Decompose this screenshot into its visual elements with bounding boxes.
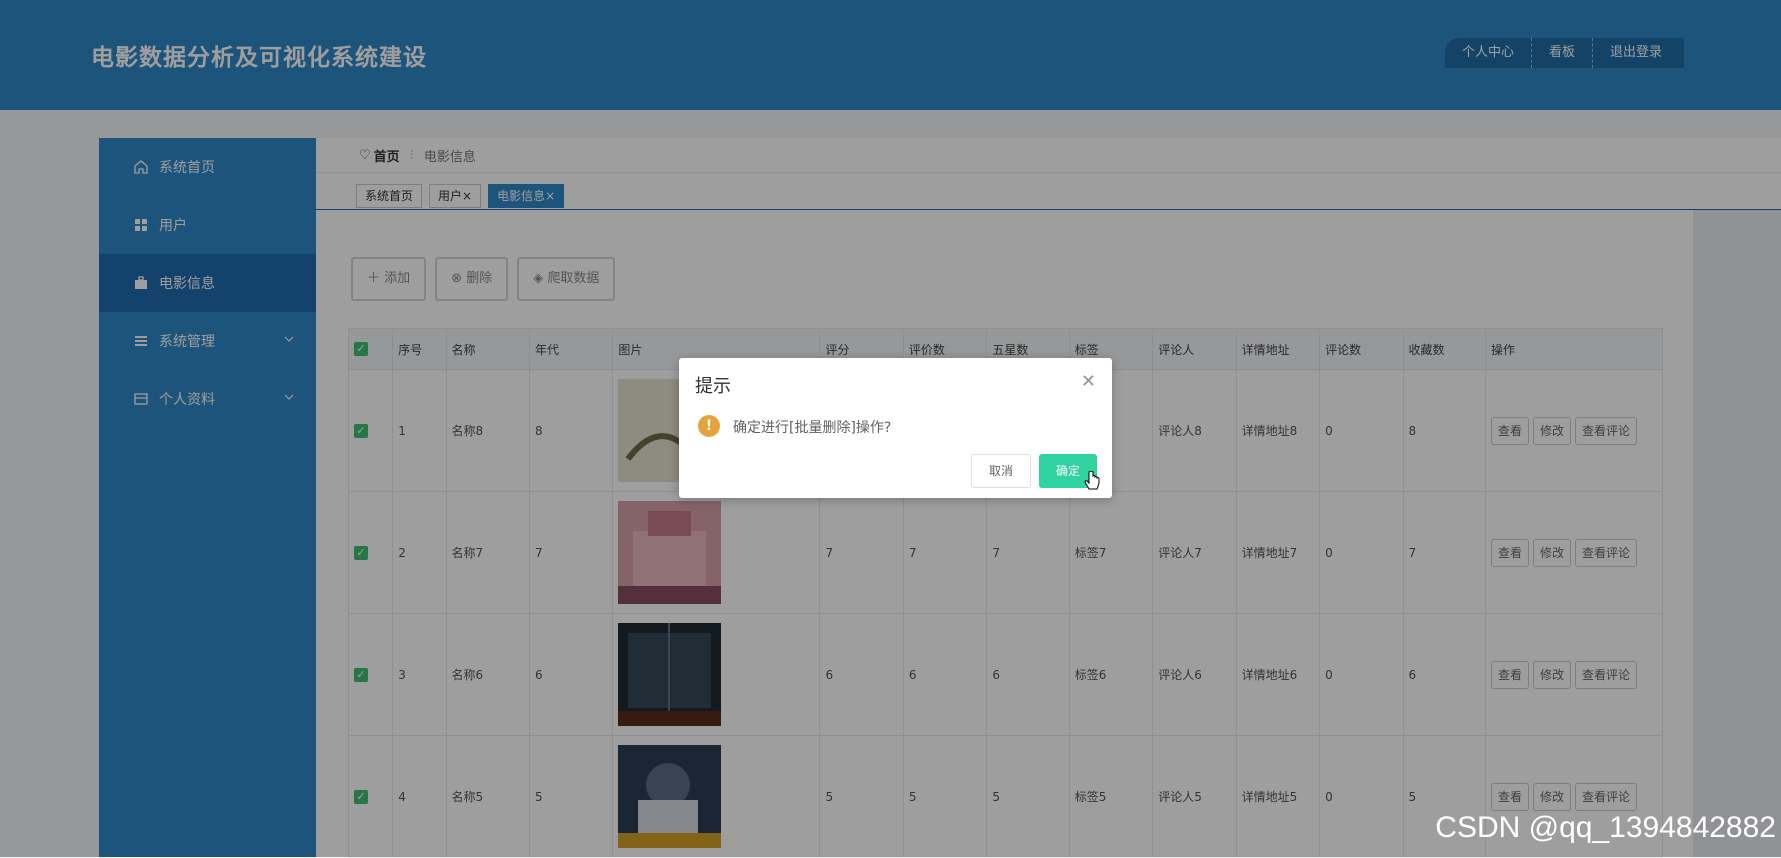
hand-cursor-icon	[1083, 470, 1101, 497]
close-icon[interactable]: ✕	[1081, 371, 1096, 392]
dialog-message: 确定进行[批量删除]操作?	[733, 420, 892, 436]
dialog-title: 提示	[695, 376, 731, 397]
warning-icon: !	[698, 415, 720, 437]
confirm-dialog: 提示 ✕ ! 确定进行[批量删除]操作? 取消 确定	[679, 358, 1112, 498]
watermark: CSDN @qq_1394842882	[1435, 811, 1776, 844]
cancel-button[interactable]: 取消	[971, 454, 1031, 488]
